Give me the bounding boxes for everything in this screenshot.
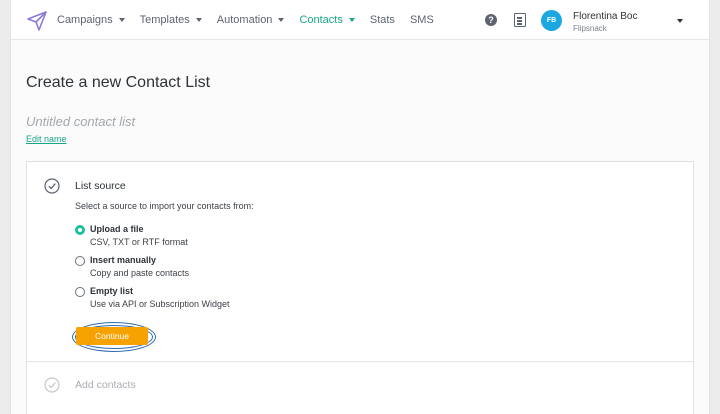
check-circle-icon bbox=[44, 178, 60, 194]
document-icon[interactable] bbox=[514, 13, 526, 27]
check-circle-icon bbox=[44, 377, 60, 393]
continue-button[interactable]: Continue bbox=[76, 327, 148, 345]
nav-campaigns[interactable]: Campaigns bbox=[57, 14, 125, 26]
nav-label: SMS bbox=[409, 14, 434, 26]
help-icon[interactable]: ? bbox=[485, 14, 497, 26]
nav-label: Templates bbox=[139, 14, 190, 26]
user-organization: Flipsnack bbox=[573, 24, 607, 33]
nav-label: Campaigns bbox=[57, 14, 113, 26]
edit-name-link[interactable]: Edit name bbox=[26, 134, 67, 144]
avatar[interactable]: FB bbox=[541, 10, 562, 31]
nav-label: Automation bbox=[216, 14, 273, 26]
page-title: Create a new Contact List bbox=[26, 74, 211, 91]
nav-label: Contacts bbox=[299, 14, 343, 26]
option-label: Insert manually bbox=[90, 255, 157, 265]
step-title-add-contacts: Add contacts bbox=[75, 379, 136, 391]
user-name[interactable]: Florentina Boc bbox=[573, 11, 637, 22]
nav-stats[interactable]: Stats bbox=[370, 14, 395, 26]
nav-automation[interactable]: Automation bbox=[217, 14, 285, 26]
chevron-down-icon bbox=[348, 18, 355, 22]
radio-button[interactable] bbox=[75, 256, 85, 266]
radio-button[interactable] bbox=[75, 287, 85, 297]
step-title-list-source: List source bbox=[75, 180, 126, 192]
option-subtext: CSV, TXT or RTF format bbox=[90, 237, 188, 247]
option-subtext: Use via API or Subscription Widget bbox=[90, 299, 230, 309]
option-subtext: Copy and paste contacts bbox=[90, 268, 190, 278]
option-label: Upload a file bbox=[90, 224, 144, 234]
top-navigation-bar: Campaigns Templates Automation Contacts … bbox=[11, 0, 709, 40]
app-frame: Campaigns Templates Automation Contacts … bbox=[10, 0, 710, 414]
radio-button[interactable] bbox=[75, 225, 85, 235]
main-nav: Campaigns Templates Automation Contacts … bbox=[57, 0, 449, 40]
step-description: Select a source to import your contacts … bbox=[75, 201, 254, 211]
list-name: Untitled contact list bbox=[26, 114, 136, 129]
nav-sms[interactable]: SMS bbox=[410, 14, 434, 26]
nav-label: Stats bbox=[369, 14, 395, 26]
list-steps-card: List source Select a source to import yo… bbox=[26, 161, 694, 414]
nav-templates[interactable]: Templates bbox=[140, 14, 202, 26]
chevron-down-icon bbox=[195, 18, 202, 22]
nav-contacts[interactable]: Contacts bbox=[299, 14, 355, 26]
chevron-down-icon[interactable] bbox=[677, 19, 683, 23]
chevron-down-icon bbox=[278, 18, 285, 22]
divider bbox=[27, 361, 693, 362]
chevron-down-icon bbox=[118, 18, 125, 22]
option-label: Empty list bbox=[90, 286, 134, 296]
paper-plane-logo-icon[interactable] bbox=[26, 10, 48, 32]
